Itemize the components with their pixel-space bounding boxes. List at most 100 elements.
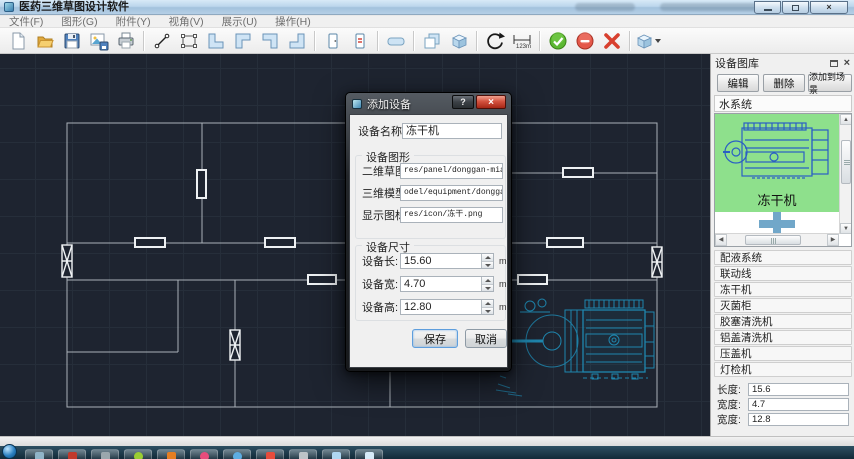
height-input[interactable]: 12.80: [400, 299, 494, 315]
sketch2d-input[interactable]: res/panel/donggan-mian.ive: [400, 163, 503, 179]
spin-down-icon[interactable]: [482, 262, 493, 269]
width-input[interactable]: 4.70: [400, 276, 494, 292]
spin-up-icon[interactable]: [482, 300, 493, 308]
length-spinner[interactable]: [481, 254, 493, 268]
category-sterilizer[interactable]: 灭菌柜: [714, 298, 852, 313]
dialog-icon: [352, 99, 362, 109]
open-folder-button[interactable]: [31, 29, 58, 53]
height-unit: m: [499, 302, 507, 312]
delete-button[interactable]: 删除: [763, 74, 805, 92]
save-button[interactable]: [58, 29, 85, 53]
menu-file[interactable]: 文件(F): [0, 16, 52, 28]
dimension-tool-button[interactable]: 123m: [508, 29, 535, 53]
minimize-button[interactable]: [754, 1, 781, 14]
equipment-thumbnail-label[interactable]: 冻干机: [715, 192, 839, 212]
taskbar-app-icon[interactable]: [289, 449, 317, 459]
horizontal-scroll-thumb[interactable]: [745, 235, 801, 245]
confirm-tool-button[interactable]: [544, 29, 571, 53]
close-icon: ×: [826, 3, 831, 12]
add-to-scene-button[interactable]: 添加到场景: [808, 74, 852, 92]
category-cap-washer[interactable]: 铝盖清洗机: [714, 330, 852, 345]
add-equipment-item[interactable]: [715, 212, 839, 235]
view-cube-button[interactable]: [634, 29, 661, 53]
close-button[interactable]: ×: [810, 1, 848, 14]
menu-graphics[interactable]: 图形(G): [52, 16, 106, 28]
menu-attachment[interactable]: 附件(Y): [107, 16, 160, 28]
category-freeze-dryer[interactable]: 冻干机: [714, 282, 852, 297]
taskbar-app-icon[interactable]: [190, 449, 218, 459]
taskbar-app-icon[interactable]: [157, 449, 185, 459]
display-icon-input[interactable]: res/icon/冻干.png: [400, 207, 503, 223]
model3d-input[interactable]: odel/equipment/dongganji.ive: [400, 185, 503, 201]
category-light-inspector[interactable]: 灯检机: [714, 362, 852, 377]
equipment-thumbnail-selected[interactable]: [715, 114, 839, 192]
restore-button[interactable]: [782, 1, 809, 14]
taskbar-app-icon[interactable]: [91, 449, 119, 459]
length-field-input[interactable]: 15.6: [748, 383, 849, 396]
float-panel-icon[interactable]: [830, 60, 838, 67]
horizontal-scrollbar[interactable]: ◀ ▶: [715, 233, 839, 246]
spin-down-icon[interactable]: [482, 308, 493, 315]
spin-up-icon[interactable]: [482, 277, 493, 285]
equipment-name-input[interactable]: 冻干机: [402, 123, 502, 139]
door-marked-tool-button[interactable]: [346, 29, 373, 53]
toolbar-separator: [539, 31, 540, 51]
taskbar-app-icon[interactable]: [223, 449, 251, 459]
taskbar-app-icon[interactable]: [58, 449, 86, 459]
height-field-input[interactable]: 12.8: [748, 413, 849, 426]
corner-tool-1-button[interactable]: [202, 29, 229, 53]
taskbar-app-icon[interactable]: [256, 449, 284, 459]
scroll-down-icon[interactable]: ▼: [840, 223, 852, 234]
corner-tool-2-button[interactable]: [229, 29, 256, 53]
corner-tool-4-button[interactable]: [283, 29, 310, 53]
line-tool-icon: [152, 31, 172, 51]
taskbar-app-icon[interactable]: [25, 449, 53, 459]
vertical-scroll-thumb[interactable]: [841, 140, 851, 184]
delete-tool-button[interactable]: [598, 29, 625, 53]
dialog-titlebar[interactable]: 添加设备 ? ×: [349, 93, 508, 114]
width-field-input[interactable]: 4.7: [748, 398, 849, 411]
scroll-right-icon[interactable]: ▶: [827, 234, 839, 246]
corner-tool-3-button[interactable]: [256, 29, 283, 53]
door-tool-button[interactable]: [319, 29, 346, 53]
line-tool-button[interactable]: [148, 29, 175, 53]
menu-display[interactable]: 展示(U): [213, 16, 267, 28]
close-panel-icon[interactable]: ×: [844, 58, 850, 69]
wall-segment-tool-button[interactable]: [382, 29, 409, 53]
scroll-up-icon[interactable]: ▲: [840, 114, 852, 125]
new-file-button[interactable]: [4, 29, 31, 53]
dialog-help-button[interactable]: ?: [452, 95, 474, 109]
height-spinner[interactable]: [481, 300, 493, 314]
cancel-button[interactable]: 取消: [465, 329, 507, 348]
export-image-button[interactable]: [85, 29, 112, 53]
menu-operate[interactable]: 操作(H): [266, 16, 320, 28]
category-liquid-preparation[interactable]: 配液系统: [714, 250, 852, 265]
taskbar-app-icon[interactable]: [322, 449, 350, 459]
section-water-system[interactable]: 水系统: [714, 95, 852, 112]
spin-down-icon[interactable]: [482, 285, 493, 292]
vertical-scrollbar[interactable]: ▲ ▼: [839, 114, 851, 234]
rect-tool-button[interactable]: [175, 29, 202, 53]
scroll-left-icon[interactable]: ◀: [715, 234, 727, 246]
corner-tool-1-icon: [206, 31, 226, 51]
edit-button[interactable]: 编辑: [717, 74, 759, 92]
taskbar-app-icon[interactable]: [124, 449, 152, 459]
equipment-listbox: 冻干机 ▲ ▼ ◀ ▶: [714, 113, 852, 247]
taskbar-app-icon[interactable]: [355, 449, 383, 459]
category-capping-machine[interactable]: 压盖机: [714, 346, 852, 361]
length-input[interactable]: 15.60: [400, 253, 494, 269]
window-titlebar: 医药三维草图设计软件 ×: [0, 0, 854, 15]
rotate-tool-button[interactable]: [481, 29, 508, 53]
spin-up-icon[interactable]: [482, 254, 493, 262]
menu-view[interactable]: 视角(V): [160, 16, 213, 28]
dialog-close-button[interactable]: ×: [476, 95, 506, 109]
category-linkage-line[interactable]: 联动线: [714, 266, 852, 281]
copy-tool-button[interactable]: [418, 29, 445, 53]
print-button[interactable]: [112, 29, 139, 53]
start-button[interactable]: [2, 444, 17, 459]
save-button[interactable]: 保存: [412, 329, 458, 348]
width-spinner[interactable]: [481, 277, 493, 291]
category-stopper-washer[interactable]: 胶塞清洗机: [714, 314, 852, 329]
remove-tool-button[interactable]: [571, 29, 598, 53]
cube-tool-button[interactable]: [445, 29, 472, 53]
